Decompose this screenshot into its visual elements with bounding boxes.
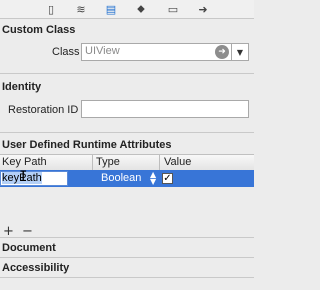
column-value[interactable]: Value bbox=[164, 156, 191, 168]
document-title[interactable]: Document bbox=[2, 242, 56, 254]
custom-class-title: Custom Class bbox=[2, 24, 76, 36]
restoration-id-label: Restoration ID bbox=[8, 104, 79, 116]
attributes-inspector-icon[interactable]: ⬥ bbox=[134, 2, 148, 16]
column-key-path[interactable]: Key Path bbox=[2, 156, 47, 168]
chevron-down-icon[interactable]: ▼ bbox=[231, 44, 248, 60]
quick-help-icon[interactable]: ≋ bbox=[74, 2, 88, 16]
class-combo-box[interactable]: UIView ➜ ▼ bbox=[81, 43, 249, 61]
section-divider bbox=[0, 237, 254, 238]
runtime-attributes-title: User Defined Runtime Attributes bbox=[2, 139, 172, 151]
column-separator bbox=[92, 155, 93, 170]
restoration-id-field[interactable] bbox=[81, 100, 249, 118]
attributes-table-header: Key Path Type Value bbox=[0, 154, 254, 171]
column-separator bbox=[159, 155, 160, 170]
size-inspector-icon[interactable]: ▭ bbox=[166, 2, 180, 16]
section-divider bbox=[0, 277, 254, 278]
column-type[interactable]: Type bbox=[96, 156, 120, 168]
class-label: Class bbox=[52, 46, 80, 58]
section-divider bbox=[0, 132, 254, 133]
navigate-arrow-icon[interactable]: ➜ bbox=[215, 45, 229, 59]
connections-inspector-icon[interactable]: ➜ bbox=[196, 2, 210, 16]
type-stepper-icon[interactable]: ▲ ▼ bbox=[150, 171, 156, 186]
identity-title: Identity bbox=[2, 81, 42, 93]
class-placeholder: UIView bbox=[85, 45, 120, 57]
type-value[interactable]: Boolean bbox=[101, 172, 141, 184]
table-row[interactable]: keyPath Boolean ▲ ▼ ✓ bbox=[0, 170, 254, 187]
file-icon[interactable]: ▯ bbox=[44, 2, 58, 16]
key-path-editor[interactable]: keyPath bbox=[0, 171, 68, 186]
section-divider bbox=[0, 257, 254, 258]
section-divider bbox=[0, 73, 254, 74]
identity-inspector-icon[interactable]: ▤ bbox=[104, 2, 118, 16]
value-checkbox[interactable]: ✓ bbox=[162, 173, 173, 184]
inspector-toolbar: ▯ ≋ ▤ ⬥ ▭ ➜ bbox=[0, 0, 254, 19]
text-cursor-icon: I bbox=[19, 169, 28, 185]
accessibility-title[interactable]: Accessibility bbox=[2, 262, 69, 274]
